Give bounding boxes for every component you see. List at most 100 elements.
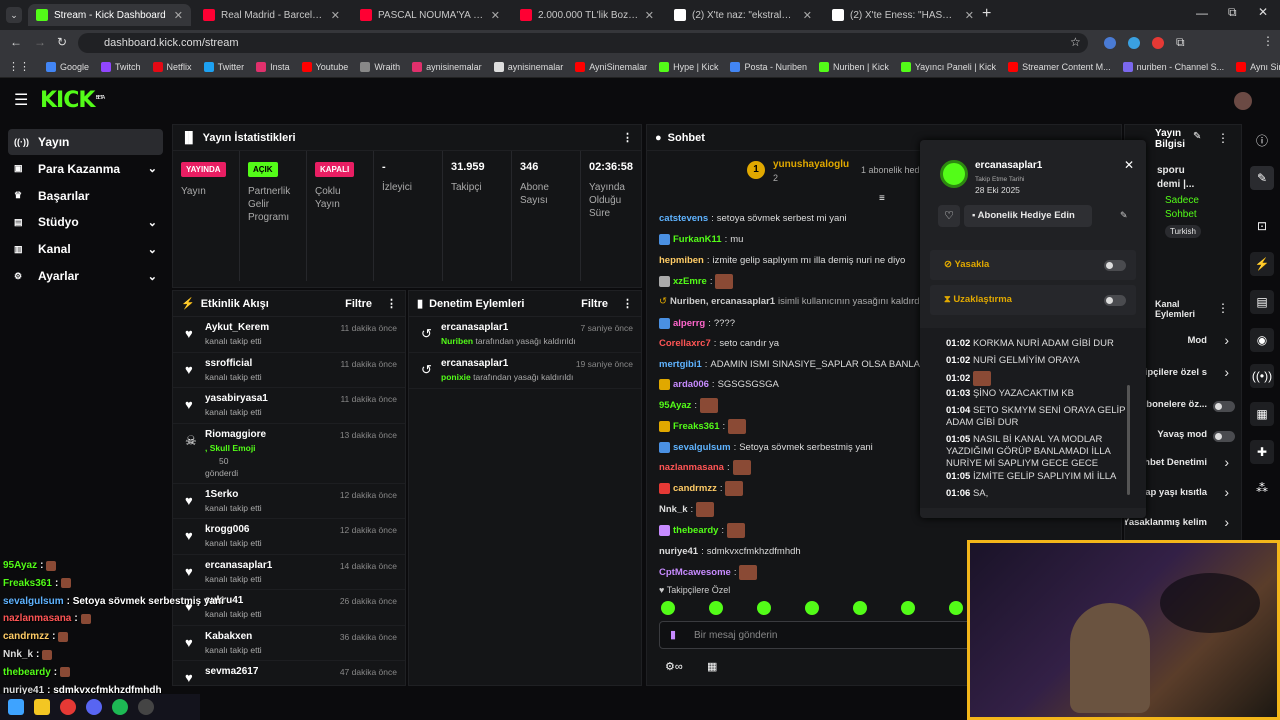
menu-icon[interactable]: ⋮ <box>1262 34 1274 48</box>
more-options-icon[interactable]: ⋮ <box>386 297 397 310</box>
edit-pencil-icon[interactable]: ✎ <box>1193 131 1201 142</box>
lightning-icon[interactable]: ⚡ <box>1250 252 1274 276</box>
browser-tab[interactable]: (2) X'te naz: "ekstralarıyla kopar ✕ <box>666 4 820 26</box>
bookmark-item[interactable]: Insta <box>250 61 296 72</box>
chat-username[interactable]: xzEmre <box>673 276 707 287</box>
bookmark-item[interactable]: Hype | Kick <box>653 61 724 72</box>
activity-row[interactable]: ♥ yasabiryasa1 kanalı takip etti 11 dakika … <box>173 388 405 424</box>
bookmark-item[interactable]: AyniSinemalar <box>569 61 653 72</box>
bookmark-item[interactable]: nuriben - Channel S... <box>1117 61 1231 72</box>
bookmark-star-icon[interactable]: ☆ <box>1070 35 1081 49</box>
extension-icon[interactable] <box>1104 37 1116 49</box>
new-tab-button[interactable]: + <box>982 5 991 23</box>
filter-icon[interactable]: ≡ <box>879 193 885 204</box>
puzzle-icon[interactable]: ⧉ <box>1176 35 1185 50</box>
moderation-row[interactable]: ↺ ercanasaplar1 ponixie tarafından yasağı … <box>409 353 641 389</box>
chat-username[interactable]: nuriye41 <box>659 546 698 557</box>
chrome-icon[interactable] <box>60 699 76 715</box>
bookmark-item[interactable]: Posta - Nuriben <box>724 61 813 72</box>
chat-username[interactable]: hepmiben <box>659 255 704 266</box>
tab-search-icon[interactable]: ⌄ <box>6 7 22 23</box>
activity-row[interactable]: ♥ Aykut_Kerem kanalı takip etti 11 dakika ö… <box>173 317 405 353</box>
bookmark-item[interactable]: Netflix <box>147 61 198 72</box>
window-close-button[interactable]: ✕ <box>1258 5 1268 19</box>
popup-username[interactable]: ercanasaplar1 <box>975 160 1042 171</box>
pencil-icon[interactable]: ✎ <box>1250 166 1274 190</box>
emote-icon[interactable] <box>709 601 723 615</box>
ban-toggle[interactable] <box>1104 260 1126 271</box>
more-options-icon[interactable]: ⋮ <box>1217 301 1229 315</box>
dots-icon[interactable]: ⁂ <box>1250 476 1274 500</box>
chat-username[interactable]: CptMcawesome <box>659 567 731 578</box>
chat-message[interactable]: candrmzz: <box>659 479 744 497</box>
tab-close-icon[interactable]: ✕ <box>965 9 974 22</box>
pin-icon[interactable]: ✎ <box>1120 210 1128 221</box>
chat-message[interactable]: thebeardy: <box>659 521 746 539</box>
apps-grid-icon[interactable]: ⋮⋮ <box>8 60 30 73</box>
chat-username[interactable]: Nnk_k <box>659 504 688 515</box>
extension-icon[interactable] <box>1152 37 1164 49</box>
broadcast-icon[interactable]: ((•)) <box>1250 364 1274 388</box>
bookmark-item[interactable]: Aynı Sinemalar - Ça... <box>1230 61 1280 72</box>
chat-message[interactable]: hepmiben: izmite gelip saplıyım mı illa d… <box>659 251 905 269</box>
emote-icon[interactable] <box>901 601 915 615</box>
microphone-icon[interactable]: ▮ <box>670 628 676 641</box>
emote-icon[interactable] <box>661 601 675 615</box>
bookmark-item[interactable]: Yayıncı Paneli | Kick <box>895 61 1002 72</box>
settings-icon[interactable]: ⚙∞ <box>665 660 683 673</box>
reload-icon[interactable]: ↻ <box>57 35 67 49</box>
chat-message[interactable]: catstevens: setoya sövmek serbest mi yani <box>659 209 847 227</box>
document-icon[interactable]: ▤ <box>1250 290 1274 314</box>
windows-start-icon[interactable] <box>8 699 24 715</box>
chat-username[interactable]: 95Ayaz <box>659 400 691 411</box>
sidebar-item-kanal[interactable]: ▥ Kanal ⌄ <box>8 236 163 262</box>
browser-tab[interactable]: PASCAL NOUMA'YA MEYDAN ✕ <box>352 4 508 26</box>
scrollbar[interactable] <box>1127 385 1130 495</box>
spotify-icon[interactable] <box>112 699 128 715</box>
obs-icon[interactable] <box>138 699 154 715</box>
chat-message[interactable]: xzEmre: <box>659 272 734 290</box>
emote-icon[interactable] <box>805 601 819 615</box>
bookmark-item[interactable]: Youtube <box>296 61 355 72</box>
bookmark-item[interactable]: Wraith <box>354 61 406 72</box>
sidebar-item-para-kazanma[interactable]: ▣ Para Kazanma ⌄ <box>8 156 163 182</box>
bookmark-item[interactable]: Twitter <box>198 61 251 72</box>
bookmark-item[interactable]: aynisinemalar <box>406 61 488 72</box>
chat-input[interactable]: ▮ Bir mesaj gönderin <box>659 621 989 649</box>
sidebar-item-stüdyo[interactable]: ▤ Stüdyo ⌄ <box>8 209 163 235</box>
timeout-toggle[interactable] <box>1104 295 1126 306</box>
bookmark-item[interactable]: Streamer Content M... <box>1002 61 1117 72</box>
tab-close-icon[interactable]: ✕ <box>174 9 183 22</box>
tab-close-icon[interactable]: ✕ <box>645 9 654 22</box>
moderation-row[interactable]: ↺ ercanasaplar1 Nuriben tarafından yasağı … <box>409 317 641 353</box>
chat-username[interactable]: nazlanmasana <box>659 462 724 473</box>
activity-row[interactable]: ☠ Riomaggiore , Skull Emoji 50 gönderdi 13 da… <box>173 424 405 484</box>
browser-tab[interactable]: Real Madrid - Barcelona (2-1) - ✕ <box>195 4 348 26</box>
wrench-icon[interactable]: ✚ <box>1250 440 1274 464</box>
chat-message[interactable]: sevalgulsum: Setoya sövmek serbestmiş yan… <box>659 438 873 456</box>
activity-row[interactable]: ♥ ssrofficial kanalı takip etti 11 dakika ö… <box>173 353 405 388</box>
chat-message[interactable]: Freaks361: <box>659 417 747 435</box>
bookmark-item[interactable]: aynisinemalar <box>488 61 570 72</box>
chat-message[interactable]: Nnk_k: <box>659 500 715 518</box>
more-options-icon[interactable]: ⋮ <box>622 297 633 310</box>
chat-message[interactable]: CptMcawesome: <box>659 563 758 581</box>
filter-button[interactable]: Filtre <box>581 298 608 310</box>
activity-row[interactable]: ♥ krogg006 kanalı takip etti 12 dakika önce <box>173 519 405 555</box>
sidebar-item-yayın[interactable]: ((·)) Yayın <box>8 129 163 155</box>
chat-username[interactable]: arda006 <box>673 379 709 390</box>
bookmark-item[interactable]: Google <box>40 61 95 72</box>
chat-message[interactable]: nuriye41: sdmkvxcfmkhzdfmhdh <box>659 542 801 560</box>
chat-message[interactable]: Corellaxrc7: seto candır ya <box>659 334 779 352</box>
close-icon[interactable]: ✕ <box>1124 158 1134 172</box>
chat-message[interactable]: alperrg:???? <box>659 314 735 332</box>
chat-username[interactable]: alperrg <box>673 318 705 329</box>
back-arrow-icon[interactable]: ← <box>10 35 22 49</box>
browser-tab[interactable]: (2) X'te Eness: "HASAN YAYIND ✕ <box>824 4 982 26</box>
tab-close-icon[interactable]: ✕ <box>331 9 340 22</box>
discord-icon[interactable] <box>86 699 102 715</box>
avatar[interactable] <box>1234 92 1252 110</box>
chat-message[interactable]: FurkanK11: mu <box>659 230 743 248</box>
toggle-switch[interactable] <box>1213 431 1235 442</box>
emote-icon[interactable] <box>949 601 963 615</box>
